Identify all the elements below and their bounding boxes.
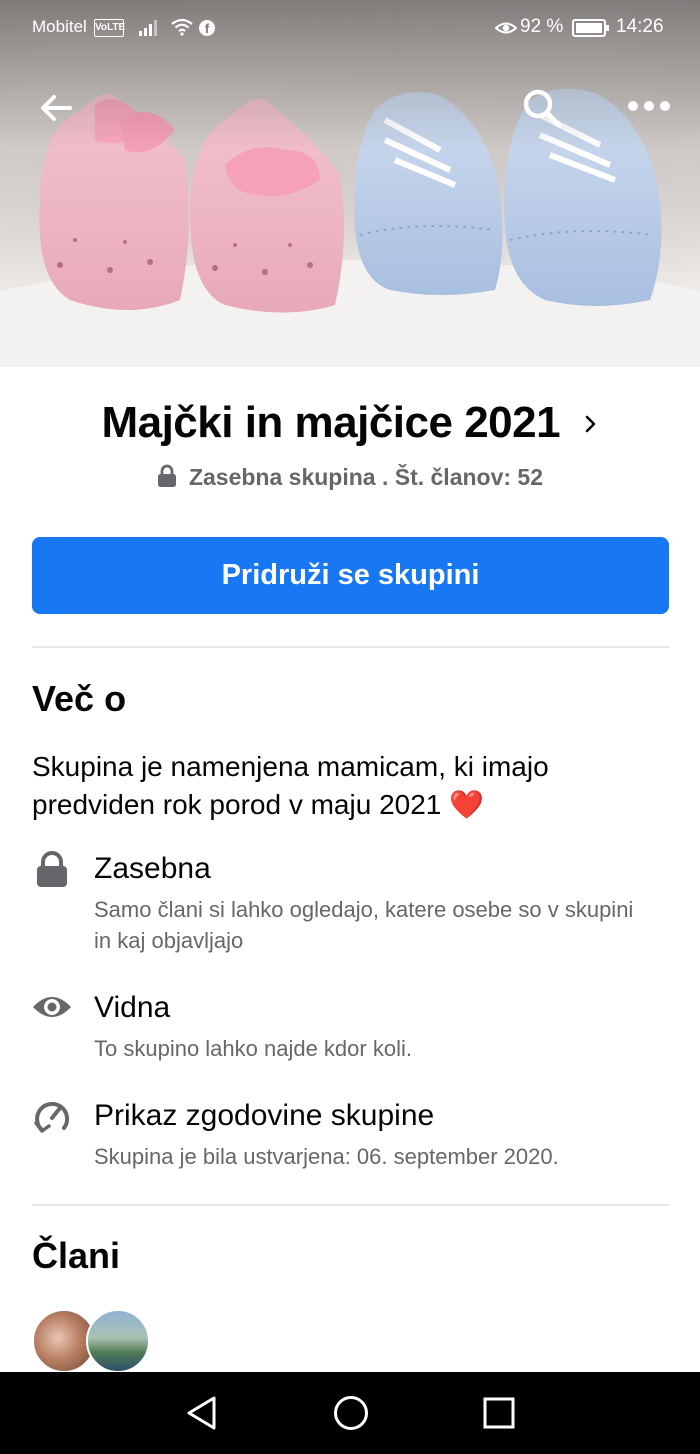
carrier-name: Mobitel (32, 17, 87, 36)
battery-percent: 92 % (520, 16, 564, 37)
clock: 14:26 (616, 16, 664, 37)
eye-icon (33, 997, 71, 1017)
nav-home-icon[interactable] (332, 1394, 370, 1432)
arrow-left-icon (41, 95, 72, 121)
history-icon (34, 1101, 70, 1133)
eye-comfort-icon (495, 22, 517, 34)
facebook-notification-icon: f (199, 20, 215, 36)
info-description: Samo člani si lahko ogledajo, katere ose… (94, 897, 634, 953)
status-bar: Mobitel VoLTE f 92 % 14:26 (0, 0, 700, 56)
volte-badge: VoLTE (94, 19, 125, 37)
info-item-history[interactable]: Prikaz zgodovine skupine Skupina je bila… (32, 1097, 672, 1177)
info-description: Skupina je bila ustvarjena: 06. septembe… (94, 1144, 559, 1169)
info-title: Prikaz zgodovine skupine (94, 1099, 435, 1132)
nav-back-icon[interactable] (184, 1394, 220, 1432)
search-button[interactable] (520, 86, 564, 130)
system-navigation-bar (0, 1372, 700, 1454)
battery-icon (572, 19, 609, 37)
lock-icon (37, 851, 67, 887)
divider (32, 1204, 669, 1206)
info-item-private: Zasebna Samo člani si lahko ogledajo, ka… (32, 850, 672, 960)
info-item-visible: Vidna To skupino lahko najde kdor koli. (32, 989, 672, 1069)
more-options-button[interactable] (626, 92, 672, 120)
chevron-right-icon (585, 415, 595, 433)
lock-icon (157, 464, 176, 487)
group-title: Majčki in majčice 2021 (101, 398, 561, 447)
signal-icon (139, 20, 157, 36)
wifi-icon (171, 18, 193, 36)
heart-emoji: ❤️ (449, 789, 485, 820)
group-title-row[interactable]: Majčki in majčice 2021 (0, 398, 700, 452)
group-description: Skupina je namenjena mamicam, ki imajo p… (32, 748, 652, 824)
more-dots-icon (628, 101, 670, 111)
divider (32, 646, 669, 648)
nav-recents-icon[interactable] (482, 1394, 516, 1432)
about-heading: Več o (32, 678, 127, 719)
info-description: To skupino lahko najde kdor koli. (94, 1036, 412, 1061)
avatar[interactable] (86, 1309, 150, 1373)
info-title: Zasebna (94, 852, 211, 885)
search-icon (523, 89, 562, 128)
join-group-button[interactable]: Pridruži se skupini (32, 537, 669, 614)
privacy-summary-text: Zasebna skupina . Št. članov: 52 (188, 464, 544, 490)
members-heading: Člani (32, 1235, 121, 1276)
back-button[interactable] (36, 88, 76, 128)
info-title: Vidna (94, 991, 171, 1024)
privacy-summary: Zasebna skupina . Št. članov: 52 (0, 464, 700, 496)
member-avatars[interactable] (32, 1309, 152, 1373)
